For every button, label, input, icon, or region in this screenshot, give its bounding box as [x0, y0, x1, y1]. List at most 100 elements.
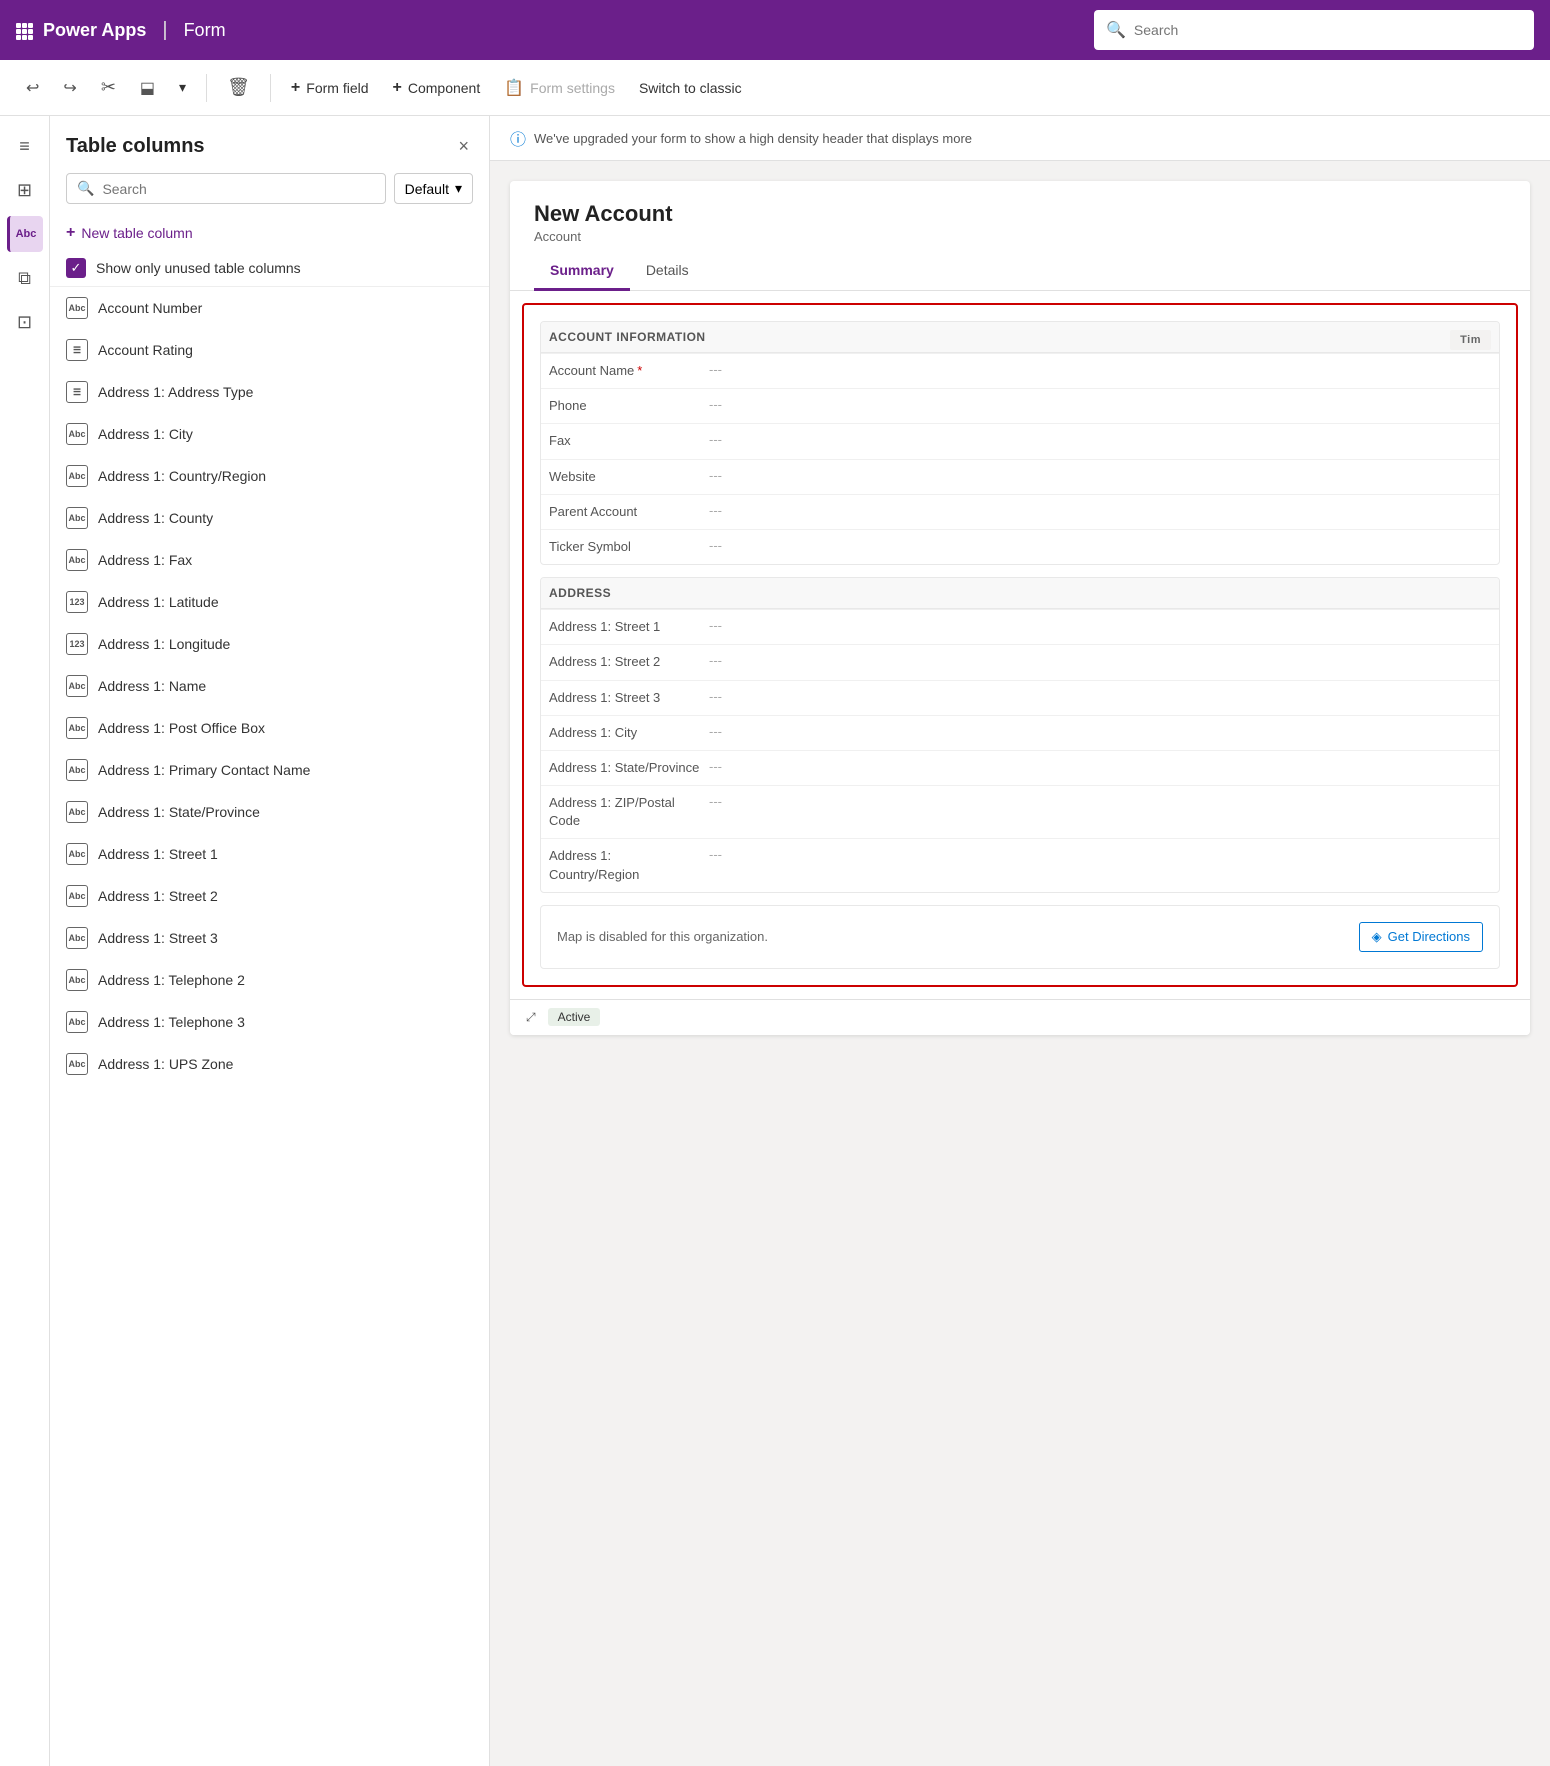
form-field-button[interactable]: + Form field: [281, 73, 379, 103]
address-section: ADDRESS Address 1: Street 1 --- Address …: [540, 577, 1500, 893]
delete-button[interactable]: 🗑: [217, 71, 260, 104]
column-name: Address 1: Fax: [98, 552, 192, 568]
list-item[interactable]: ☰ Address 1: Address Type: [50, 371, 489, 413]
form-field-row[interactable]: Ticker Symbol ---: [541, 529, 1499, 564]
form-field-row[interactable]: Address 1: City ---: [541, 715, 1499, 750]
info-banner: ⓘ We've upgraded your form to show a hig…: [490, 116, 1550, 161]
abc-icon: Abc: [16, 228, 37, 240]
list-item[interactable]: Abc Address 1: City: [50, 413, 489, 455]
toolbar-separator-2: [270, 74, 271, 102]
search-input[interactable]: [1134, 22, 1522, 38]
list-item[interactable]: Abc Address 1: Street 1: [50, 833, 489, 875]
columns-dropdown[interactable]: Default ▾: [394, 173, 473, 204]
tab-details[interactable]: Details: [630, 252, 705, 291]
form-header: New Account Account: [510, 181, 1530, 252]
list-item[interactable]: Abc Address 1: Street 3: [50, 917, 489, 959]
required-indicator: *: [637, 363, 642, 378]
form-field-row[interactable]: Phone ---: [541, 388, 1499, 423]
field-value: ---: [709, 653, 1491, 668]
map-section: Map is disabled for this organization. ◈…: [540, 905, 1500, 969]
search-box[interactable]: 🔍: [1094, 10, 1534, 50]
field-label: Account Name*: [549, 362, 709, 380]
form-field-row[interactable]: Account Name* ---: [541, 353, 1499, 388]
account-info-header: ACCOUNT INFORMATION Tim: [541, 322, 1499, 353]
nav-component-button[interactable]: ⊡: [7, 304, 43, 340]
top-nav: Power Apps | Form 🔍: [0, 0, 1550, 60]
form-card: New Account Account Summary Details ACCO…: [510, 181, 1530, 1035]
form-field-row[interactable]: Address 1: State/Province ---: [541, 750, 1499, 785]
form-field-row[interactable]: Address 1: Street 2 ---: [541, 644, 1499, 679]
list-item[interactable]: Abc Address 1: Telephone 2: [50, 959, 489, 1001]
form-field-row[interactable]: Website ---: [541, 459, 1499, 494]
info-icon: ⓘ: [510, 126, 526, 150]
column-name: Address 1: Address Type: [98, 384, 253, 400]
field-label: Phone: [549, 397, 709, 415]
list-item[interactable]: Abc Address 1: Name: [50, 665, 489, 707]
columns-list: Abc Account Number ☰ Account Rating ☰ Ad…: [50, 286, 489, 1766]
form-field-row[interactable]: Parent Account ---: [541, 494, 1499, 529]
field-label: Address 1: State/Province: [549, 759, 709, 777]
delete-icon: 🗑: [227, 77, 250, 98]
undo-button[interactable]: ↩: [16, 72, 49, 104]
paste-button[interactable]: ⬓: [130, 72, 165, 104]
main-layout: ≡ ⊞ Abc ⧉ ⊡ Table columns × 🔍 Default ▾: [0, 116, 1550, 1766]
form-settings-label: Form settings: [530, 80, 615, 96]
list-item[interactable]: Abc Address 1: Primary Contact Name: [50, 749, 489, 791]
nav-layers-button[interactable]: ⧉: [7, 260, 43, 296]
list-item[interactable]: Abc Address 1: Fax: [50, 539, 489, 581]
tab-summary[interactable]: Summary: [534, 252, 630, 291]
columns-panel-header: Table columns ×: [50, 116, 489, 173]
columns-search-input[interactable]: [102, 181, 374, 197]
field-value: ---: [709, 538, 1491, 553]
cut-button[interactable]: ✂: [91, 71, 126, 104]
columns-search-container: 🔍: [66, 173, 386, 204]
nav-menu-button[interactable]: ≡: [7, 128, 43, 164]
switch-classic-button[interactable]: Switch to classic: [629, 74, 752, 102]
search-columns-icon: 🔍: [77, 180, 94, 197]
form-area: ⓘ We've upgraded your form to show a hig…: [490, 116, 1550, 1766]
list-item[interactable]: Abc Address 1: Post Office Box: [50, 707, 489, 749]
column-name: Address 1: City: [98, 426, 193, 442]
show-unused-checkbox[interactable]: [66, 258, 86, 278]
apps-grid-icon[interactable]: [16, 23, 31, 38]
paste-dropdown-button[interactable]: ▾: [169, 73, 196, 102]
plus-new-col-icon: +: [66, 224, 75, 242]
list-item[interactable]: Abc Address 1: Street 2: [50, 875, 489, 917]
list-item[interactable]: Abc Address 1: Telephone 3: [50, 1001, 489, 1043]
compass-icon: ◈: [1372, 929, 1382, 945]
switch-classic-label: Switch to classic: [639, 80, 742, 96]
redo-button[interactable]: ↪: [53, 72, 86, 104]
list-item[interactable]: Abc Address 1: Country/Region: [50, 455, 489, 497]
form-field-row[interactable]: Address 1: Country/Region ---: [541, 838, 1499, 891]
get-directions-button[interactable]: ◈ Get Directions: [1359, 922, 1483, 952]
column-name: Address 1: Post Office Box: [98, 720, 265, 736]
column-name: Address 1: State/Province: [98, 804, 260, 820]
form-field-row[interactable]: Address 1: Street 3 ---: [541, 680, 1499, 715]
list-item[interactable]: Abc Address 1: UPS Zone: [50, 1043, 489, 1085]
column-name: Address 1: Street 2: [98, 888, 218, 904]
nav-grid-button[interactable]: ⊞: [7, 172, 43, 208]
column-type-icon: 123: [66, 591, 88, 613]
form-subtitle: Account: [534, 229, 1506, 244]
field-label: Address 1: Street 2: [549, 653, 709, 671]
nav-abc-button[interactable]: Abc: [7, 216, 43, 252]
form-field-row[interactable]: Fax ---: [541, 423, 1499, 458]
field-value: ---: [709, 794, 1491, 809]
list-item[interactable]: 123 Address 1: Latitude: [50, 581, 489, 623]
form-field-row[interactable]: Address 1: Street 1 ---: [541, 609, 1499, 644]
column-type-icon: Abc: [66, 801, 88, 823]
account-info-title: ACCOUNT INFORMATION: [549, 330, 706, 344]
list-item[interactable]: 123 Address 1: Longitude: [50, 623, 489, 665]
list-item[interactable]: Abc Address 1: State/Province: [50, 791, 489, 833]
close-panel-button[interactable]: ×: [454, 132, 473, 161]
list-item[interactable]: Abc Account Number: [50, 287, 489, 329]
list-item[interactable]: Abc Address 1: County: [50, 497, 489, 539]
expand-icon[interactable]: ⤢: [526, 1010, 536, 1025]
column-type-icon: Abc: [66, 507, 88, 529]
column-type-icon: Abc: [66, 675, 88, 697]
form-settings-button[interactable]: 📋 Form settings: [494, 72, 625, 104]
list-item[interactable]: ☰ Account Rating: [50, 329, 489, 371]
component-button[interactable]: + Component: [383, 73, 491, 103]
new-table-column-button[interactable]: + New table column: [50, 216, 489, 250]
form-field-row[interactable]: Address 1: ZIP/Postal Code ---: [541, 785, 1499, 838]
